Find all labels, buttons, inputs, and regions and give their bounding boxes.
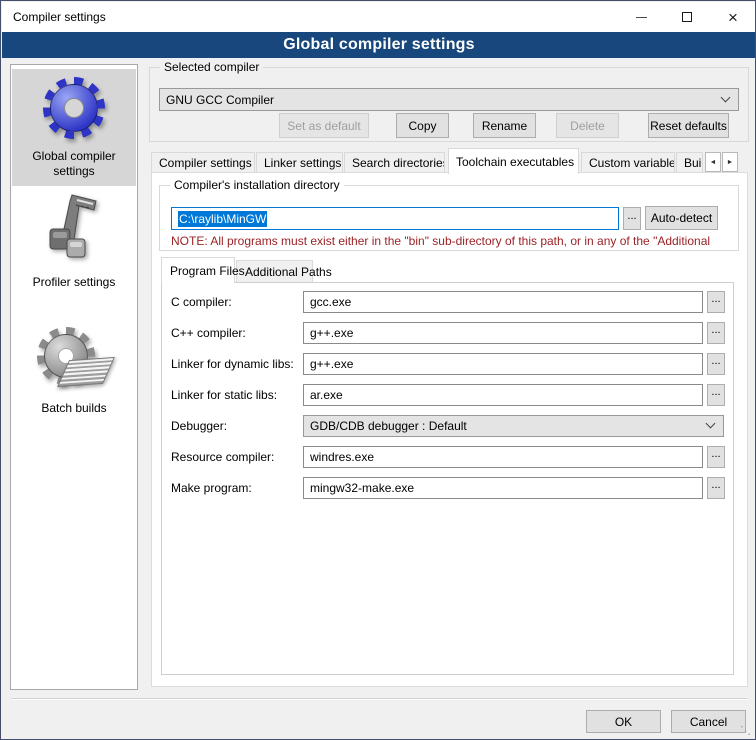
set-as-default-button[interactable]: Set as default (279, 113, 369, 138)
debugger-select[interactable]: GDB/CDB debugger : Default (303, 415, 724, 437)
resource-compiler-input[interactable]: windres.exe (303, 446, 703, 468)
maximize-icon (682, 12, 692, 22)
compiler-settings-dialog: Compiler settings × Global compiler sett… (0, 0, 756, 740)
make-program-browse-button[interactable]: ... (707, 477, 725, 499)
titlebar[interactable]: Compiler settings × (2, 2, 756, 32)
window-title: Compiler settings (13, 10, 106, 24)
tab-scroll-right-button[interactable]: ► (722, 152, 738, 172)
blue-gear-icon (43, 77, 105, 139)
make-program-input[interactable]: mingw32-make.exe (303, 477, 703, 499)
subtab-program-files[interactable]: Program Files (161, 257, 235, 283)
chevron-down-icon (706, 419, 716, 429)
c-compiler-browse-button[interactable]: ... (707, 291, 725, 313)
tab-toolchain-executables[interactable]: Toolchain executables (448, 148, 579, 174)
compiler-select-value: GNU GCC Compiler (166, 93, 274, 107)
sidebar-item-label: Batch builds (22, 401, 126, 416)
sidebar-item-batch-builds[interactable]: Batch builds (12, 323, 136, 419)
make-program-label: Make program: (171, 481, 252, 495)
c-compiler-input[interactable]: gcc.exe (303, 291, 703, 313)
bin-subdirectory-note: NOTE: All programs must exist either in … (171, 234, 733, 248)
linker-static-browse-button[interactable]: ... (707, 384, 725, 406)
tab-linker-settings[interactable]: Linker settings (256, 152, 343, 173)
c-compiler-label: C compiler: (171, 295, 232, 309)
sidebar-item-label: Global compiler settings (22, 149, 126, 179)
selected-path-text: C:\raylib\MinGW (178, 211, 267, 227)
linker-dynamic-browse-button[interactable]: ... (707, 353, 725, 375)
gray-gear-stack-icon (29, 325, 119, 393)
resource-compiler-browse-button[interactable]: ... (707, 446, 725, 468)
tab-scroll-left-button[interactable]: ◄ (705, 152, 721, 172)
tab-build-truncated[interactable]: Build (676, 152, 703, 173)
ok-button[interactable]: OK (586, 710, 661, 733)
debugger-label: Debugger: (171, 419, 227, 433)
chevron-down-icon (721, 92, 731, 102)
linker-dynamic-input[interactable]: g++.exe (303, 353, 703, 375)
tab-compiler-settings[interactable]: Compiler settings (151, 152, 255, 173)
dialog-banner: Global compiler settings (2, 32, 756, 58)
delete-button[interactable]: Delete (556, 113, 619, 138)
minimize-button[interactable] (618, 2, 664, 32)
footer-divider (11, 698, 747, 700)
sidebar-item-global-compiler-settings[interactable]: Global compiler settings (12, 69, 136, 186)
subtab-additional-paths[interactable]: Additional Paths (236, 260, 313, 282)
tab-search-directories[interactable]: Search directories (344, 152, 445, 173)
rename-button[interactable]: Rename (473, 113, 536, 138)
close-icon: × (728, 9, 738, 26)
banner-title: Global compiler settings (283, 36, 475, 54)
sidebar-item-profiler-settings[interactable]: Profiler settings (12, 191, 136, 297)
reset-defaults-button[interactable]: Reset defaults (648, 113, 729, 138)
copy-button[interactable]: Copy (396, 113, 449, 138)
scroll-left-icon: ◄ (710, 159, 717, 166)
linker-static-input[interactable]: ar.exe (303, 384, 703, 406)
directory-browse-button[interactable]: ... (623, 207, 641, 230)
selected-compiler-legend: Selected compiler (160, 60, 263, 74)
maximize-button[interactable] (664, 2, 710, 32)
resize-grip[interactable]: ⋱ (740, 724, 751, 737)
resource-compiler-label: Resource compiler: (171, 450, 274, 464)
settings-category-list: Global compiler settings Profiler settin… (10, 64, 138, 690)
auto-detect-button[interactable]: Auto-detect (645, 206, 718, 230)
caliper-icon (42, 193, 106, 269)
linker-static-label: Linker for static libs: (171, 388, 277, 402)
cancel-button[interactable]: Cancel (671, 710, 746, 733)
close-button[interactable]: × (710, 2, 756, 32)
minimize-icon (636, 17, 647, 18)
cpp-compiler-browse-button[interactable]: ... (707, 322, 725, 344)
sidebar-item-label: Profiler settings (22, 275, 126, 290)
scroll-right-icon: ► (727, 159, 734, 166)
compiler-select[interactable]: GNU GCC Compiler (159, 88, 739, 111)
cpp-compiler-input[interactable]: g++.exe (303, 322, 703, 344)
installation-directory-legend: Compiler's installation directory (170, 178, 344, 192)
linker-dynamic-label: Linker for dynamic libs: (171, 357, 294, 371)
tab-custom-variables[interactable]: Custom variables (581, 152, 675, 173)
cpp-compiler-label: C++ compiler: (171, 326, 246, 340)
installation-directory-input[interactable]: C:\raylib\MinGW (171, 207, 619, 230)
